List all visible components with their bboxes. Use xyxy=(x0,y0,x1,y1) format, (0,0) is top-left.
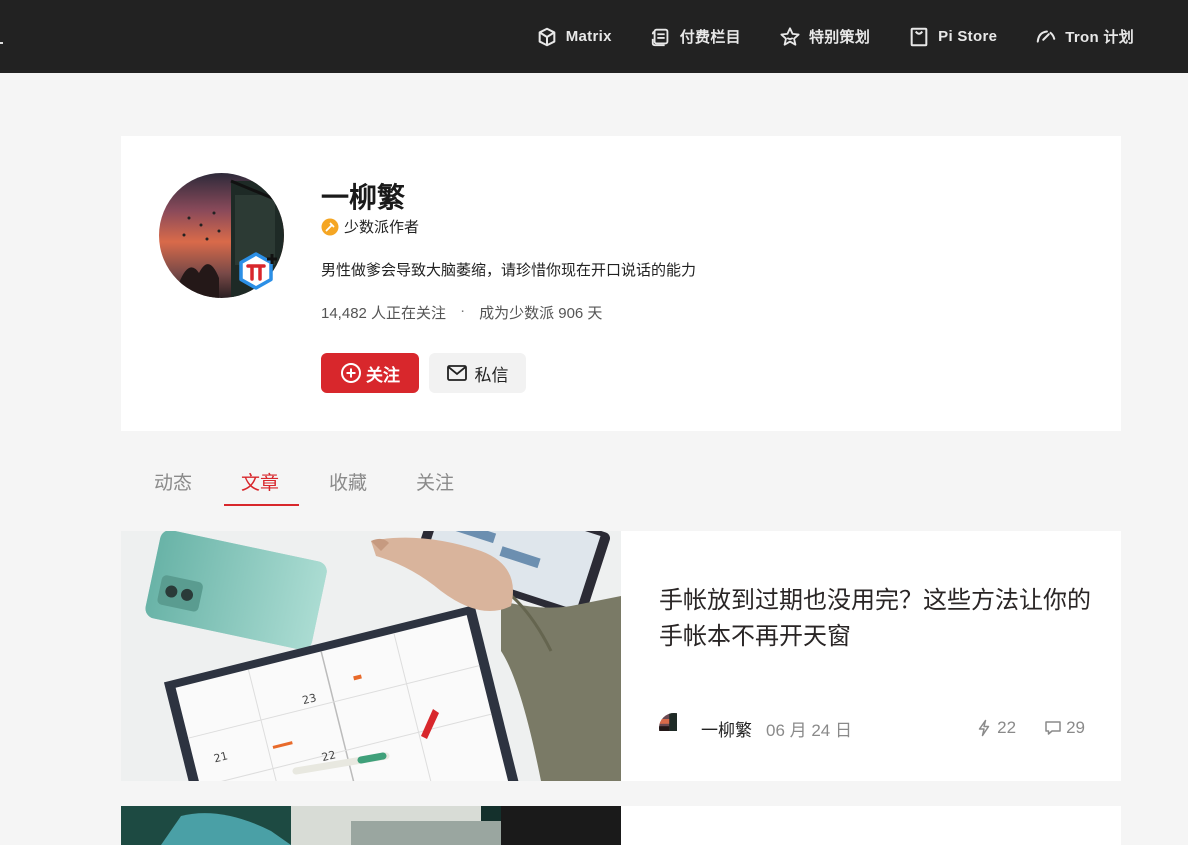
author-role-label: 少数派作者 xyxy=(344,219,420,236)
article-thumbnail[interactable] xyxy=(121,806,621,845)
tab-following[interactable]: 关注 xyxy=(416,468,454,495)
nav-item-label: 付费栏目 xyxy=(679,29,741,46)
article-stats: 22 29 xyxy=(975,718,1085,738)
active-tab-indicator xyxy=(224,504,299,506)
profile-name: 一柳繁 xyxy=(321,182,406,213)
nav-item-label: 特别策划 xyxy=(808,29,871,46)
profile-stats: 14,482 人正在关注 · 成为少数派 906 天 xyxy=(321,302,602,323)
follow-button-label: 关注 xyxy=(366,365,400,385)
message-button[interactable]: 私信 xyxy=(429,353,526,393)
tab-favorites[interactable]: 收藏 xyxy=(329,468,367,495)
article-likes[interactable]: 22 xyxy=(975,718,1016,738)
mail-icon xyxy=(446,365,467,381)
article-title[interactable]: 手帐放到过期也没用完？这些方法让你的手帐本不再开天窗 xyxy=(659,583,1099,655)
comment-icon xyxy=(1045,721,1061,735)
nav-item-tron[interactable]: Tron 计划 xyxy=(1035,26,1134,48)
article-meta: 一柳繁 06 月 24 日 22 29 xyxy=(659,713,1085,743)
stats-separator: · xyxy=(460,302,466,319)
lightning-icon xyxy=(978,719,990,737)
follow-button[interactable]: 关注 xyxy=(321,353,419,393)
nav-item-label: Pi Store xyxy=(938,28,998,45)
tab-activity[interactable]: 动态 xyxy=(154,468,192,495)
member-duration: 成为少数派 906 天 xyxy=(479,305,603,322)
author-role: 少数派作者 xyxy=(321,216,419,237)
profile-card: 一柳繁 少数派作者 男性做爹会导致大脑萎缩，请珍惜你现在开口说话的能力 14,4… xyxy=(121,136,1121,431)
top-nav-bar: Matrix 付费栏目 特别策划 Pi Store Tron 计划 xyxy=(0,0,1188,73)
paid-column-icon xyxy=(651,28,669,46)
followers-count[interactable]: 14,482 人正在关注 xyxy=(321,302,446,323)
nav-item-paid-column[interactable]: 付费栏目 xyxy=(650,26,741,48)
tab-articles[interactable]: 文章 xyxy=(241,468,279,495)
article-author-avatar[interactable] xyxy=(659,713,689,743)
article-thumbnail[interactable]: 21 23 22 20 xyxy=(121,531,621,781)
main-nav: Matrix 付费栏目 特别策划 Pi Store Tron 计划 xyxy=(536,0,1134,73)
matrix-icon xyxy=(538,27,556,46)
message-button-label: 私信 xyxy=(474,365,509,385)
store-bag-icon xyxy=(910,27,928,46)
profile-bio: 男性做爹会导致大脑萎缩，请珍惜你现在开口说话的能力 xyxy=(321,262,697,279)
article-card[interactable]: 21 23 22 20 手帐放到过期也没用完？这些方法让你的手帐本不再开天窗 xyxy=(121,531,1121,781)
nav-item-special[interactable]: 特别策划 xyxy=(779,26,870,48)
nav-item-label: Tron 计划 xyxy=(1065,29,1134,46)
article-date: 06 月 24 日 xyxy=(766,720,852,740)
nav-item-matrix[interactable]: Matrix xyxy=(536,26,612,48)
plus-circle-icon xyxy=(341,363,361,383)
tron-gauge-icon xyxy=(1036,29,1056,43)
article-likes-count: 22 xyxy=(997,718,1017,737)
avatar-wrap xyxy=(159,173,284,298)
profile-tabs: 动态 文章 收藏 关注 xyxy=(121,460,1121,506)
pi-plus-badge-icon xyxy=(239,252,277,290)
article-author-name[interactable]: 一柳繁 xyxy=(701,716,752,741)
nav-item-label: Matrix xyxy=(565,28,612,45)
article-comments[interactable]: 29 xyxy=(1044,718,1085,738)
author-badge-icon xyxy=(321,218,339,235)
article-comments-count: 29 xyxy=(1066,718,1085,737)
nav-edge-mark xyxy=(0,42,3,44)
star-icon xyxy=(780,26,800,46)
article-card[interactable] xyxy=(121,806,1121,845)
nav-item-pi-store[interactable]: Pi Store xyxy=(908,26,997,48)
